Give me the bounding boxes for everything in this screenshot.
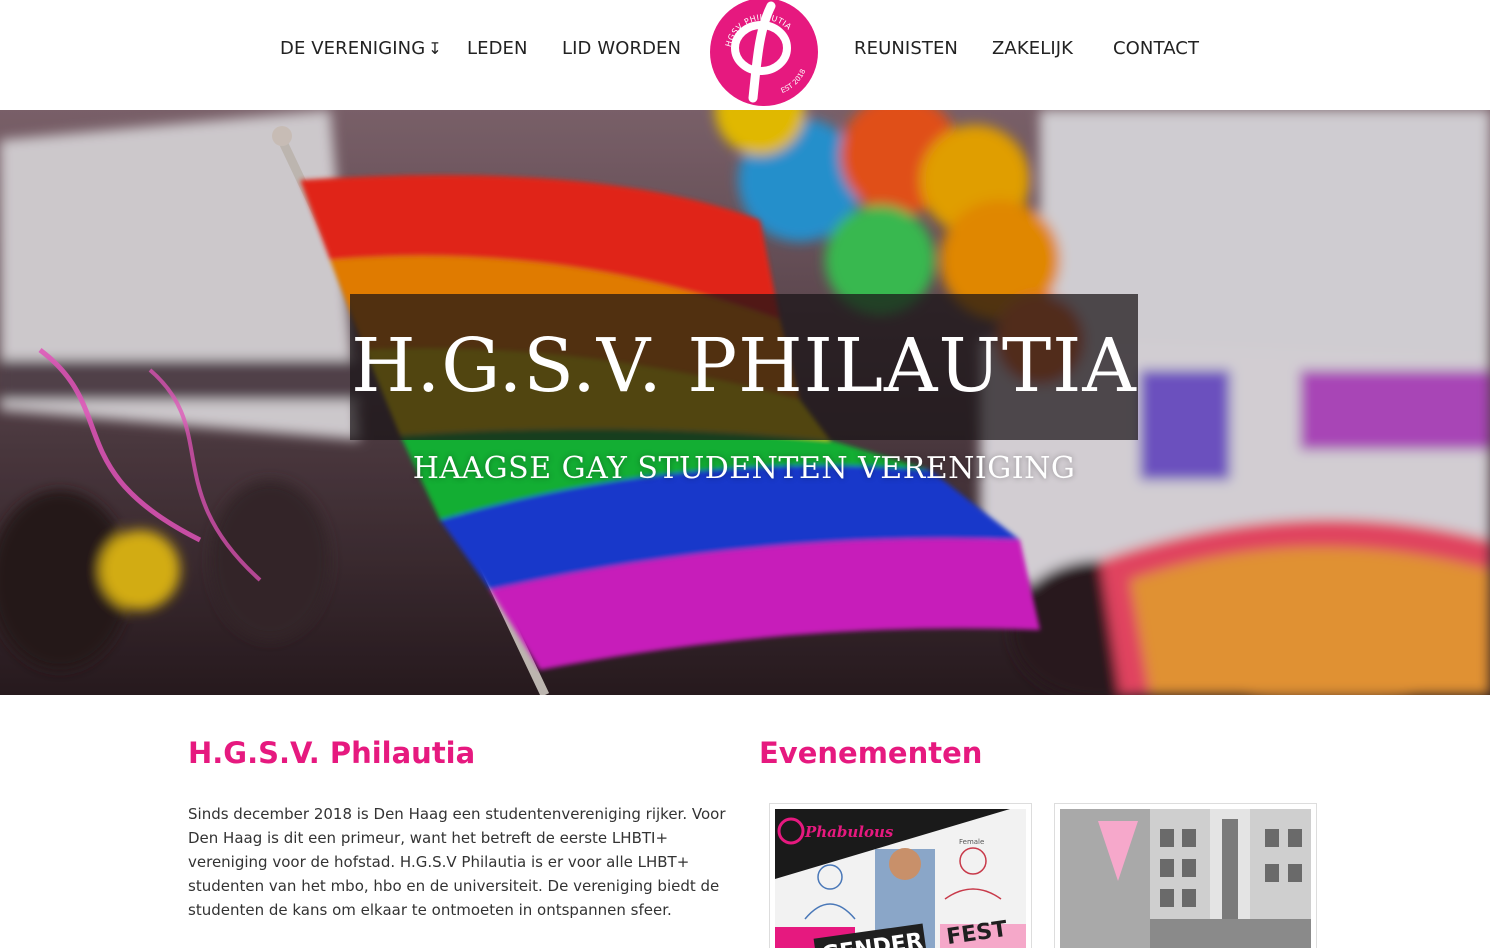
events-heading: Evenementen	[759, 736, 983, 770]
pink-triangle-building-photo	[1060, 809, 1311, 948]
nav-reunisten[interactable]: REUNISTEN	[854, 38, 958, 59]
hero-title: H.G.S.V. PHILAUTIA	[351, 323, 1137, 409]
event-card[interactable]	[1054, 803, 1317, 948]
about-text: Sinds december 2018 is Den Haag een stud…	[188, 805, 726, 919]
svg-text:Female: Female	[959, 838, 984, 846]
philautia-logo-icon: HGSV PHILAUTIA EST 2018	[710, 0, 818, 106]
nav-de-vereniging-label: DE VERENIGING	[280, 38, 426, 59]
top-navigation: DE VERENIGING ↧ LEDEN LID WORDEN HGSV PHI…	[0, 0, 1490, 110]
nav-leden[interactable]: LEDEN	[467, 38, 528, 59]
hero-subtitle: HAAGSE GAY STUDENTEN VERENIGING	[412, 451, 1076, 486]
nav-de-vereniging[interactable]: DE VERENIGING ↧	[280, 38, 442, 59]
phabulous-gender-fest-poster: Phabulous Female GENDER FEST	[775, 809, 1026, 948]
dropdown-arrow-icon: ↧	[428, 39, 442, 58]
nav-contact[interactable]: CONTACT	[1113, 38, 1199, 59]
nav-lid-worden[interactable]: LID WORDEN	[562, 38, 681, 59]
nav-zakelijk[interactable]: ZAKELIJK	[992, 38, 1073, 59]
hero-banner: H.G.S.V. PHILAUTIA HAAGSE GAY STUDENTEN …	[0, 110, 1490, 695]
event-card[interactable]: Phabulous Female GENDER FEST	[769, 803, 1032, 948]
poster-title: Phabulous	[804, 823, 894, 841]
philautia-logo[interactable]: HGSV PHILAUTIA EST 2018	[709, 0, 819, 106]
about-heading: H.G.S.V. Philautia	[188, 736, 476, 770]
